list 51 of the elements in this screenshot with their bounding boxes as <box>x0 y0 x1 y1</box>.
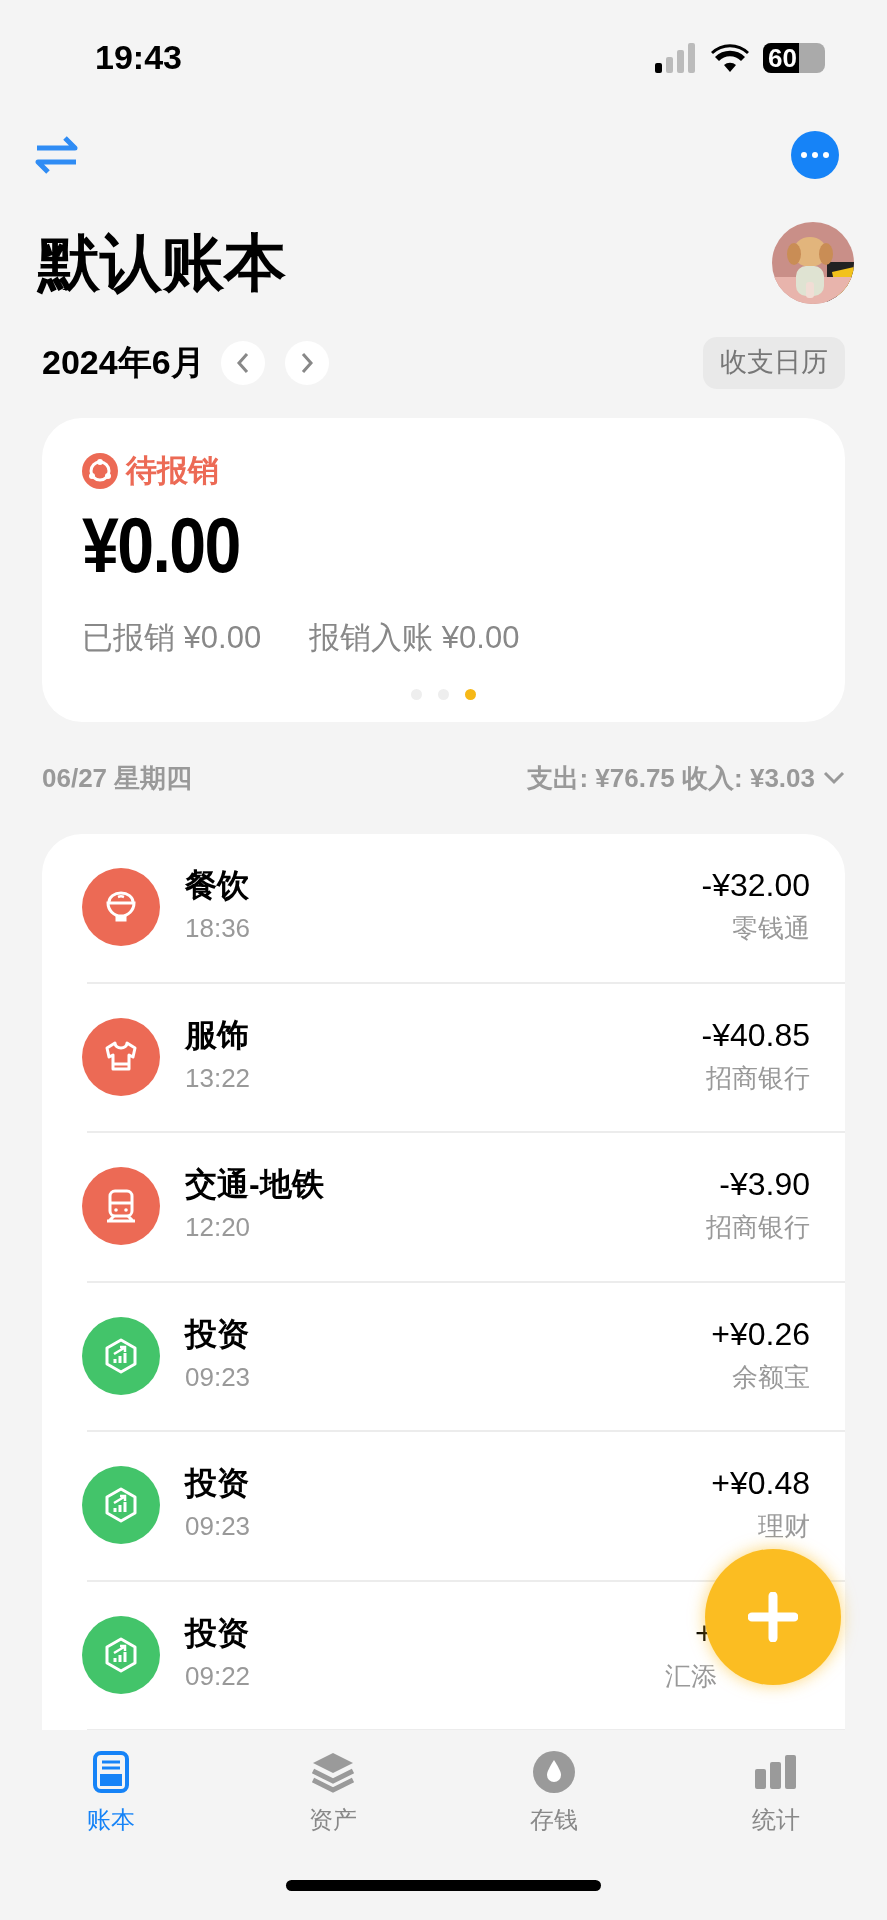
transaction-time: 09:23 <box>185 1510 252 1543</box>
transaction-time: 09:22 <box>185 1659 252 1693</box>
tab-item[interactable]: 存钱 <box>443 1750 666 1845</box>
transaction-time: 13:22 <box>185 1061 252 1095</box>
pending-label: 待报销 <box>126 452 219 490</box>
category-name: 服饰 <box>185 1015 250 1055</box>
chevron-down-icon[interactable] <box>823 771 845 785</box>
transaction-amount: +¥0.48 <box>711 1464 810 1503</box>
summary-stat: 已报销 ¥0.00 <box>82 618 262 657</box>
status-time: 19:43 <box>95 37 182 78</box>
summary-stat: 报销入账 ¥0.00 <box>309 618 520 657</box>
account-name: 余额宝 <box>732 1360 810 1394</box>
droplet-icon <box>533 1751 576 1793</box>
category-name: 投资 <box>185 1613 250 1653</box>
day-totals: 支出: ¥76.75 收入: ¥3.03 <box>527 761 815 795</box>
transaction-time: 18:36 <box>185 912 252 945</box>
page-title: 默认账本 <box>38 227 286 299</box>
category-name: 投资 <box>185 1314 250 1354</box>
account-name: 理财 <box>758 1510 810 1543</box>
account-name: 零钱通 <box>732 912 810 945</box>
wifi-icon <box>711 43 749 72</box>
tab-item[interactable]: 资产 <box>221 1750 444 1845</box>
category-name: 交通-地铁 <box>185 1165 325 1204</box>
pending-amount: ¥0.00 <box>82 499 240 591</box>
chevron-right-icon <box>299 351 314 374</box>
reimburse-icon <box>82 453 118 490</box>
transaction-amount: -¥3.90 <box>719 1165 810 1204</box>
month-label: 2024年6月 <box>42 342 205 383</box>
battery-level: 60 <box>767 44 797 71</box>
calendar-button[interactable]: 收支日历 <box>703 336 845 389</box>
transaction-amount: -¥40.85 <box>701 1015 810 1055</box>
layers-icon <box>310 1751 355 1793</box>
transaction-amount: -¥32.00 <box>701 866 810 905</box>
chevron-left-icon <box>235 351 250 374</box>
more-button[interactable] <box>791 131 839 179</box>
tab-item[interactable]: 统计 <box>665 1750 887 1845</box>
tab-item[interactable]: 账本 <box>0 1750 222 1845</box>
ledger-icon <box>92 1751 129 1793</box>
transaction-time: 12:20 <box>185 1211 252 1244</box>
transaction-amount: +¥0.26 <box>711 1314 810 1354</box>
account-name: 招商银行 <box>706 1211 810 1244</box>
category-name: 餐饮 <box>185 866 250 905</box>
signal-icon <box>655 42 697 73</box>
account-name: 汇添 <box>665 1659 717 1693</box>
transaction-time: 09:23 <box>185 1360 252 1394</box>
bar-chart-icon <box>755 1755 798 1789</box>
day-date: 06/27 星期四 <box>42 761 193 795</box>
category-name: 投资 <box>185 1464 250 1503</box>
plus-icon <box>748 1592 798 1642</box>
swap-icon[interactable] <box>35 135 78 175</box>
account-name: 招商银行 <box>706 1061 810 1095</box>
